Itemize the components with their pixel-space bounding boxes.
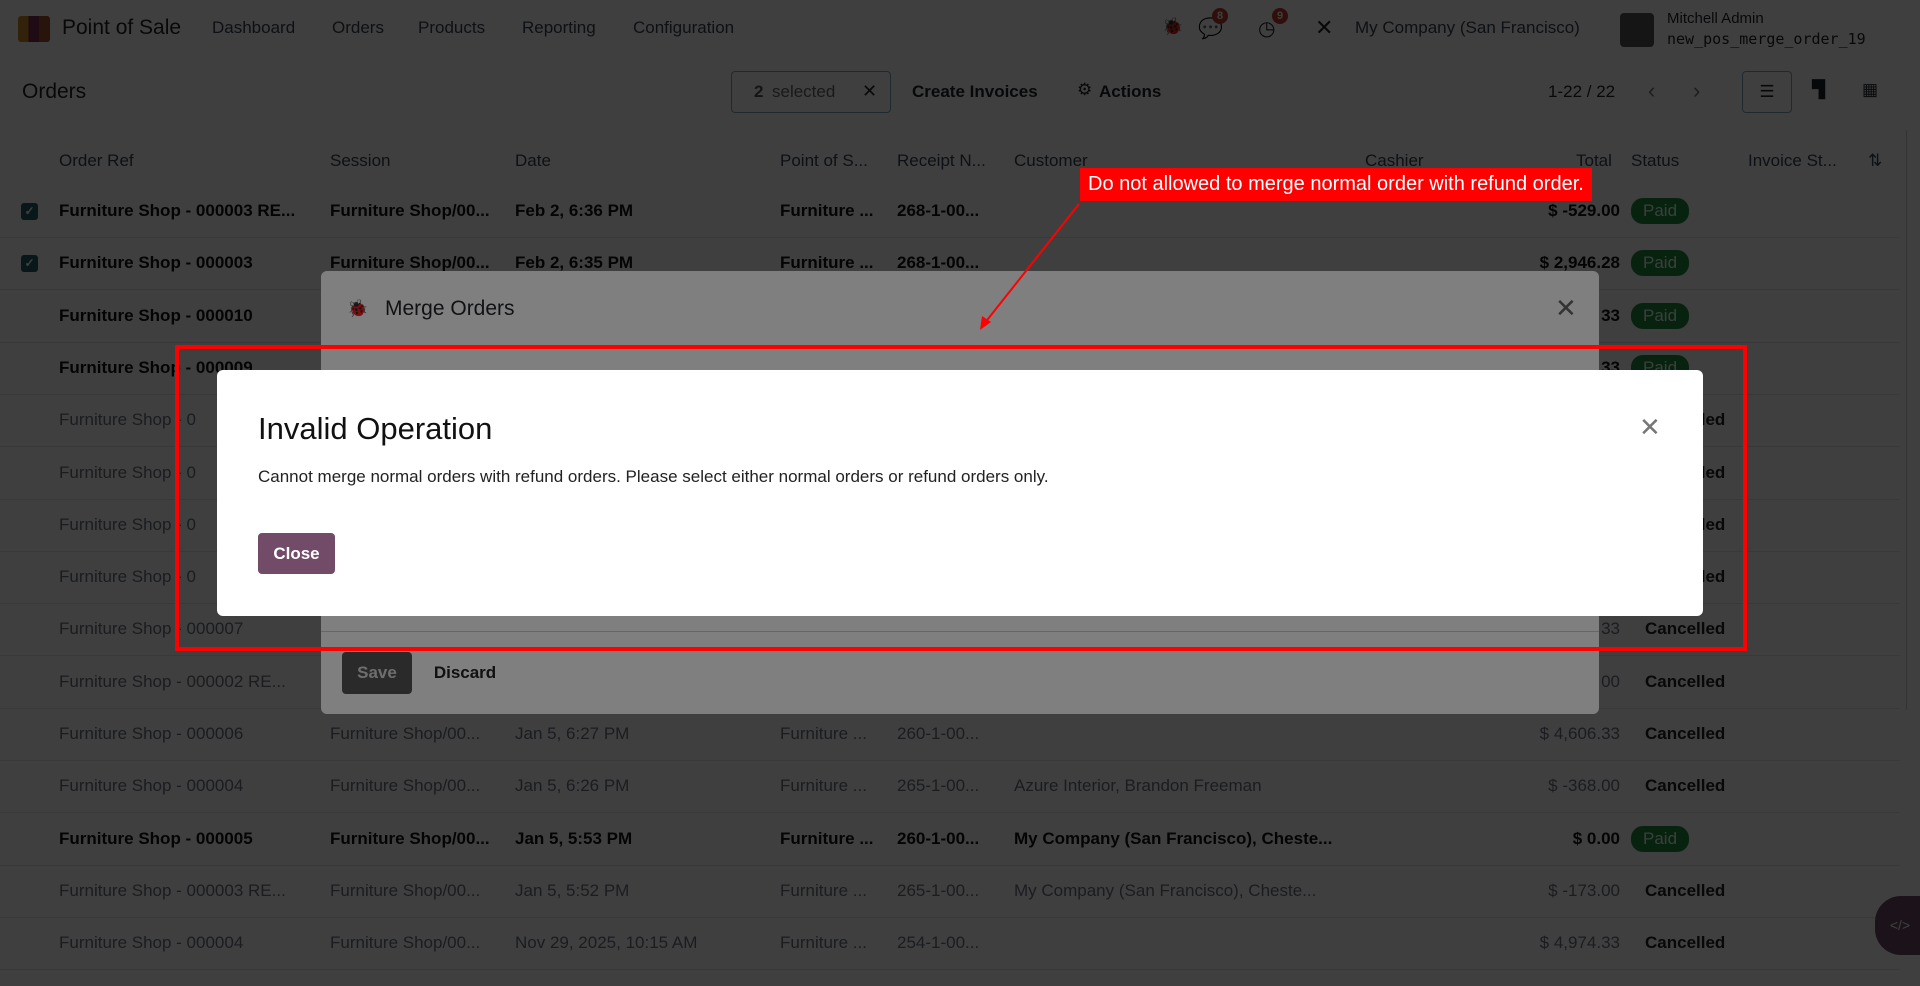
annotation-arrow — [980, 203, 1080, 330]
